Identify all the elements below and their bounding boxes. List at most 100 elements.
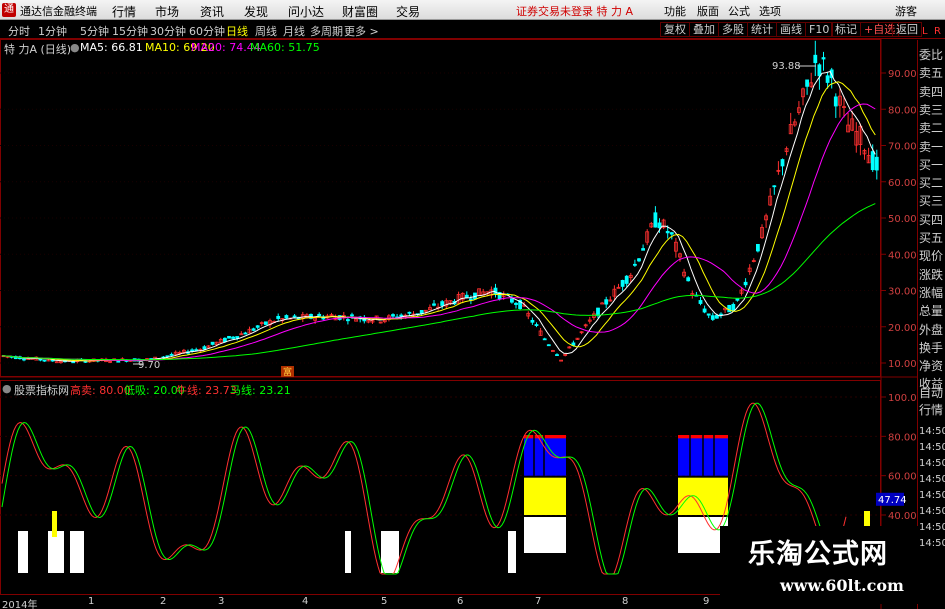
panel-label: 行情	[919, 403, 944, 417]
back-button[interactable]: 返回	[892, 22, 922, 37]
mark-button[interactable]: 标记	[831, 22, 861, 37]
candle-body	[686, 277, 691, 282]
date-tick: 9	[703, 596, 710, 607]
main-chart-frame	[0, 39, 881, 377]
menu-news[interactable]: 资讯	[200, 3, 224, 20]
watermark-title: 乐淘公式网	[748, 539, 888, 570]
period-15min[interactable]: 15分钟	[112, 23, 148, 39]
candle-body	[276, 315, 281, 319]
panel-label: 现价	[919, 249, 944, 264]
candle-body	[514, 302, 518, 305]
overlay-button[interactable]: 叠加	[689, 22, 719, 37]
main-y-tick-label: 60.00	[888, 178, 917, 189]
period-5min[interactable]: 5分钟	[80, 23, 109, 39]
menu-discover[interactable]: 发现	[244, 3, 268, 20]
ma60-line	[1, 203, 876, 361]
menu-options[interactable]: 选项	[759, 3, 781, 19]
statistics-button[interactable]: 统计	[747, 22, 777, 37]
candle-body	[464, 294, 469, 298]
menu-quotes[interactable]: 行情	[112, 3, 136, 20]
panel-time: 14:50	[919, 490, 945, 501]
menu-layout[interactable]: 版面	[697, 3, 719, 19]
date-tick: 3	[218, 596, 225, 607]
menu-trade[interactable]: 交易	[396, 3, 420, 20]
date-tick: 5	[381, 596, 388, 607]
candle-body	[255, 325, 260, 328]
candle-body	[624, 275, 629, 284]
panel-label: 自动	[919, 386, 944, 400]
app-title: 通达信金融终端	[20, 5, 97, 18]
period-1min[interactable]: 1分钟	[38, 23, 67, 39]
f10-button[interactable]: F10	[805, 22, 834, 37]
multi-stock-button[interactable]: 多股	[718, 22, 748, 37]
period-weekly[interactable]: 周线	[255, 23, 277, 39]
candle-body	[702, 308, 707, 313]
candle-body	[727, 304, 732, 313]
menu-assistant[interactable]: 问小达	[288, 3, 324, 20]
main-y-tick-label: 10.00	[888, 359, 917, 370]
panel-time: 14:50	[919, 426, 945, 437]
period-daily[interactable]: 日线	[226, 23, 248, 39]
candle-body	[874, 156, 879, 171]
menu-formula[interactable]: 公式	[728, 3, 750, 19]
menu-function[interactable]: 功能	[664, 3, 686, 19]
candle-body	[534, 324, 539, 326]
candle-body	[222, 337, 227, 343]
candle-body	[169, 353, 174, 356]
panel-label: 卖五	[919, 66, 944, 81]
ma10-line	[1, 81, 876, 362]
panel-label: 涨跌	[919, 267, 944, 282]
candle-body	[432, 303, 436, 306]
candle-body	[468, 298, 473, 301]
settings-dot-icon[interactable]: ●	[70, 41, 80, 54]
bull-line-label: 牛线: 23.73	[176, 384, 237, 397]
panel-label: 卖二	[919, 121, 944, 136]
watermark-url: www.60lt.com	[780, 576, 904, 595]
period-monthly[interactable]: 月线	[283, 23, 305, 39]
period-multi[interactable]: 多周期	[310, 23, 343, 39]
candle-body	[509, 298, 514, 303]
menu-guest[interactable]: 游客	[895, 3, 917, 19]
candle-body	[731, 304, 736, 312]
login-status: 证券交易未登录 特 力 A	[516, 5, 634, 18]
draw-line-button[interactable]: 画线	[776, 22, 806, 37]
adjust-button[interactable]: 复权	[660, 22, 690, 37]
period-timeshare[interactable]: 分时	[8, 23, 30, 39]
date-tick: 2014年	[2, 600, 38, 609]
signal-bar	[52, 511, 57, 537]
ind-y-tick-label: 60.00	[888, 472, 917, 483]
panel-time: 14:50	[919, 506, 945, 517]
panel-time: 14:50	[919, 458, 945, 469]
period-more[interactable]: 更多 >	[344, 23, 379, 39]
candle-body	[596, 307, 600, 317]
candle-body	[345, 319, 350, 322]
indicator-dot-icon[interactable]: ●	[2, 382, 12, 395]
candle-body	[637, 258, 641, 262]
ma5-label: MA5: 66.81	[80, 41, 143, 54]
candle-body	[825, 75, 830, 83]
panel-label: 买四	[919, 212, 944, 227]
menu-wealth-circle[interactable]: 财富圈	[342, 3, 378, 20]
candle-body	[38, 358, 43, 361]
candle-body	[772, 185, 777, 188]
candle-body	[657, 222, 662, 229]
candle-body	[530, 319, 535, 323]
candle-body	[71, 361, 76, 364]
candle-body	[600, 302, 604, 305]
period-30min[interactable]: 30分钟	[150, 23, 186, 39]
zone-yellow	[524, 477, 566, 515]
chart-canvas[interactable]: 90.00 80.00 70.00 60.00 50.00 40.00 30.00 20.00…	[0, 38, 917, 609]
candle-body	[735, 298, 740, 301]
candle-body	[317, 313, 322, 317]
panel-label: 外盘	[919, 322, 944, 337]
candle-body	[190, 349, 195, 352]
main-y-tick-label: 20.00	[888, 323, 917, 334]
candle-body	[42, 359, 47, 362]
menu-market[interactable]: 市场	[155, 3, 179, 20]
candle-body	[743, 281, 748, 286]
low-zone-bar	[48, 531, 64, 573]
period-60min[interactable]: 60分钟	[189, 23, 225, 39]
candle-body	[641, 248, 645, 251]
watermark: 乐淘公式网 www.60lt.com	[720, 526, 920, 604]
date-tick: 1	[88, 596, 95, 607]
